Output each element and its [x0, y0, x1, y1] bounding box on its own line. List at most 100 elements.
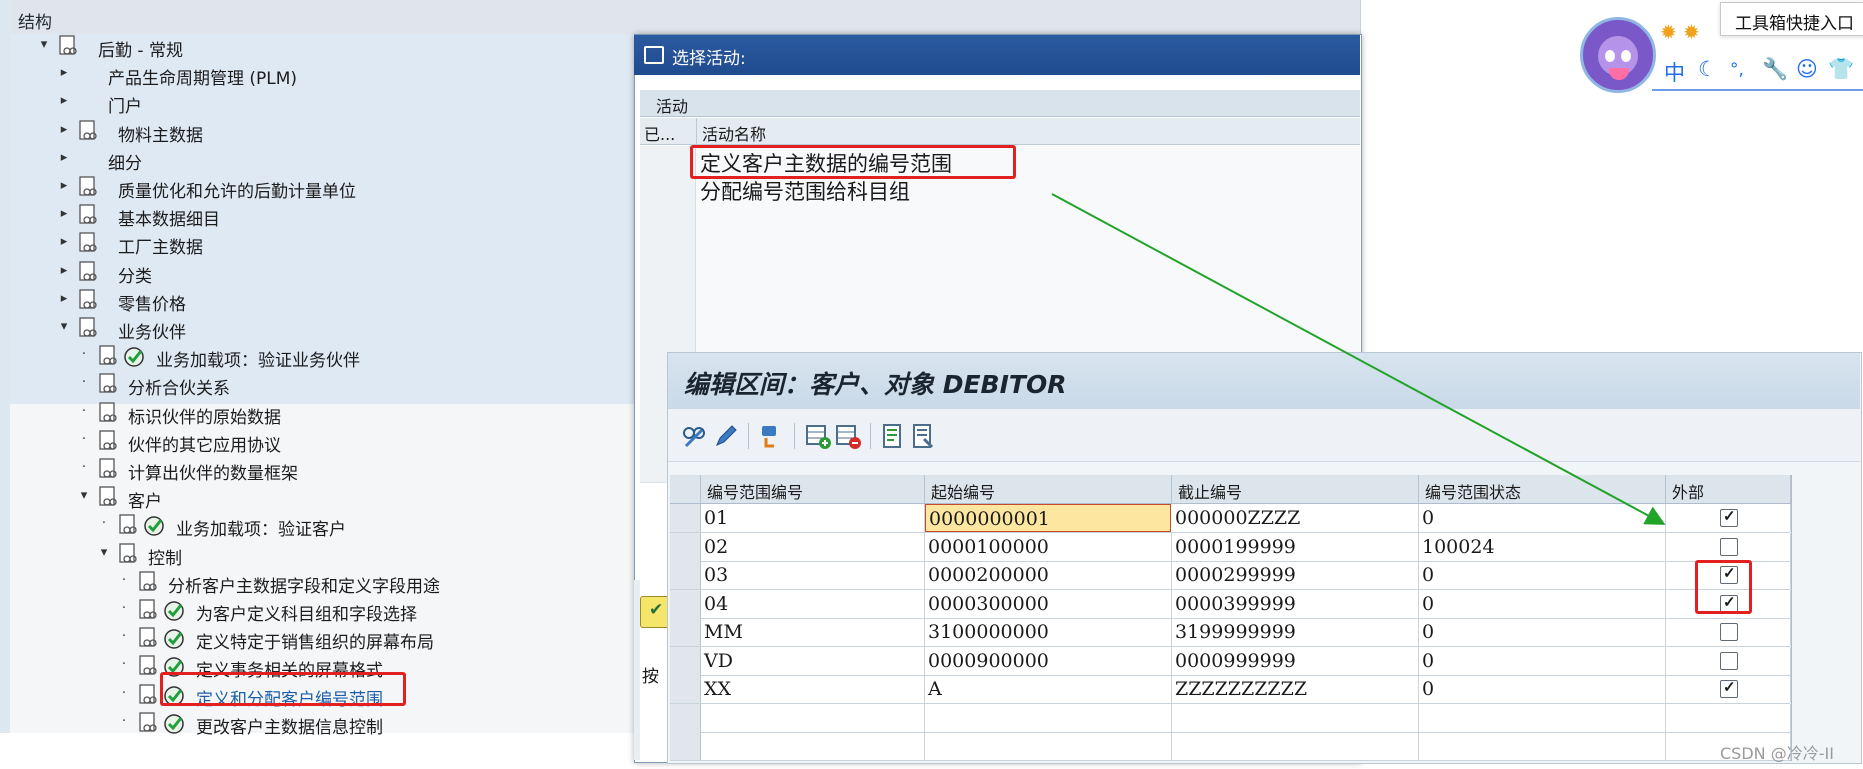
document-icon[interactable]	[138, 683, 160, 708]
tree-node[interactable]: ▸ 门户	[0, 90, 630, 117]
tree-node[interactable]: ▸ 基本数据细目	[0, 203, 630, 230]
tree-node[interactable]: ▸ 细分	[0, 147, 630, 174]
activity-row[interactable]	[640, 258, 1360, 287]
pencil-icon[interactable]	[712, 422, 740, 450]
tree-node[interactable]: · 标识伙伴的原始数据	[0, 401, 630, 428]
activity-row[interactable]	[640, 286, 1360, 315]
table-row[interactable]	[670, 732, 1791, 761]
external-checkbox[interactable]	[1720, 651, 1738, 670]
transport-icon[interactable]	[758, 422, 786, 450]
activity-row[interactable]	[640, 314, 1360, 343]
row-selector[interactable]	[670, 703, 701, 732]
column-header-to-no[interactable]: 截止编号	[1172, 475, 1419, 504]
document-icon[interactable]	[78, 289, 100, 313]
document-icon[interactable]	[138, 655, 160, 679]
moon-icon[interactable]: ☾	[1698, 57, 1717, 81]
document-icon[interactable]	[138, 627, 160, 651]
table-row[interactable]: 03 0000200000 0000299999 0 ✓	[670, 561, 1791, 590]
row-selector[interactable]	[670, 675, 701, 703]
smiley-icon[interactable]: ☺	[1796, 57, 1818, 81]
range-number-cell[interactable]: 03	[701, 561, 925, 589]
table-row[interactable]: VD 0000900000 0000999999 0	[670, 646, 1791, 676]
row-selector[interactable]	[670, 589, 701, 618]
column-header-external[interactable]: 外部	[1666, 475, 1791, 504]
grid-select-all[interactable]	[670, 475, 701, 504]
column-header-range-no[interactable]: 编号范围编号	[701, 475, 925, 504]
tree-node[interactable]: · 业务加载项：验证客户	[0, 513, 630, 540]
status-cell[interactable]	[1419, 703, 1666, 732]
document-icon[interactable]	[118, 514, 140, 538]
to-number-cell[interactable]: 0000999999	[1172, 646, 1419, 675]
to-number-cell[interactable]: 0000199999	[1172, 532, 1419, 561]
range-number-cell[interactable]	[701, 703, 925, 732]
column-activity-name[interactable]: 活动名称	[702, 121, 766, 145]
execute-check-icon[interactable]	[142, 514, 166, 538]
expand-toggle-icon[interactable]: ▾	[98, 545, 110, 560]
expand-toggle-icon[interactable]: ▸	[58, 206, 70, 221]
table-row[interactable]: MM 3100000000 3199999999 0	[670, 618, 1791, 647]
status-cell[interactable]: 0	[1419, 561, 1666, 589]
range-number-cell[interactable]: 02	[701, 532, 925, 561]
status-cell[interactable]: 0	[1419, 646, 1666, 675]
document-icon[interactable]	[138, 712, 160, 736]
tree-node[interactable]: · 计算出伙伴的数量框架	[0, 457, 630, 484]
from-number-cell[interactable]: 0000100000	[925, 532, 1172, 561]
overview-icon[interactable]	[910, 422, 938, 450]
row-selector[interactable]	[670, 646, 701, 675]
document-icon[interactable]	[98, 486, 120, 510]
external-checkbox[interactable]: ✓	[1720, 507, 1738, 527]
tree-node[interactable]: · 为客户定义科目组和字段选择	[0, 598, 630, 625]
range-number-cell[interactable]: XX	[701, 675, 925, 703]
to-number-cell[interactable]: 0000399999	[1172, 589, 1419, 618]
activity-row[interactable]	[640, 230, 1360, 259]
document-icon[interactable]	[138, 599, 160, 623]
table-row[interactable]: 02 0000100000 0000199999 100024	[670, 532, 1791, 562]
external-checkbox[interactable]	[1720, 623, 1738, 641]
to-number-cell[interactable]: ZZZZZZZZZZ	[1172, 675, 1419, 703]
delete-row-icon[interactable]	[834, 422, 862, 450]
expand-toggle-icon[interactable]: ▾	[78, 488, 90, 503]
document-icon[interactable]	[98, 401, 120, 426]
activity-row[interactable]	[640, 202, 1360, 231]
from-number-cell[interactable]	[925, 703, 1172, 732]
ime-chinese-icon[interactable]: 中	[1664, 57, 1685, 87]
expand-toggle-icon[interactable]: ▾	[38, 37, 50, 52]
document-icon[interactable]	[78, 260, 100, 285]
tree-node[interactable]: ▸ 质量优化和允许的后勤计量单位	[0, 175, 630, 202]
tree-node[interactable]: ▾ 业务伙伴	[0, 316, 630, 343]
row-selector[interactable]	[670, 618, 701, 646]
status-cell[interactable]: 0	[1419, 589, 1666, 618]
expand-toggle-icon[interactable]: ▸	[58, 93, 70, 108]
tree-node[interactable]: ▸ 零售价格	[0, 288, 630, 315]
expand-toggle-icon[interactable]: ▸	[58, 150, 70, 165]
expand-toggle-icon[interactable]: ▸	[58, 178, 70, 193]
tree-node[interactable]: ▾ 后勤 - 常规	[0, 34, 630, 61]
document-icon[interactable]	[98, 373, 120, 397]
row-selector[interactable]	[670, 504, 701, 532]
tree-node[interactable]: · 分析客户主数据字段和定义字段用途	[0, 570, 630, 597]
from-number-cell[interactable]: A	[925, 675, 1172, 703]
status-cell[interactable]	[1419, 732, 1666, 760]
punctuation-icon[interactable]: °,	[1730, 60, 1744, 80]
from-number-cell[interactable]: 0000000001	[925, 504, 1171, 532]
execute-check-icon[interactable]	[162, 599, 186, 623]
user-avatar[interactable]	[1580, 17, 1656, 93]
external-checkbox[interactable]: ✓	[1720, 678, 1738, 698]
expand-toggle-icon[interactable]: ▸	[58, 263, 70, 278]
tree-node[interactable]: · 伙伴的其它应用协议	[0, 429, 630, 456]
to-number-cell[interactable]: 0000299999	[1172, 561, 1419, 589]
column-header-status[interactable]: 编号范围状态	[1419, 475, 1666, 504]
tree-node[interactable]: · 业务加载项：验证业务伙伴	[0, 344, 630, 371]
tree-node[interactable]: ▸ 产品生命周期管理 (PLM)	[0, 62, 630, 89]
tree-node[interactable]: ▸ 物料主数据	[0, 119, 630, 146]
range-number-cell[interactable]: 01	[701, 504, 925, 532]
to-number-cell[interactable]: 000000ZZZZ	[1172, 504, 1419, 532]
status-cell[interactable]: 0	[1419, 675, 1666, 703]
from-number-cell[interactable]	[925, 732, 1172, 760]
range-number-cell[interactable]	[701, 732, 925, 760]
display-change-icon[interactable]	[680, 422, 708, 450]
document-icon[interactable]	[78, 317, 100, 341]
from-number-cell[interactable]: 3100000000	[925, 618, 1172, 646]
expand-toggle-icon[interactable]: ▾	[58, 319, 70, 334]
insert-row-icon[interactable]	[804, 422, 832, 450]
